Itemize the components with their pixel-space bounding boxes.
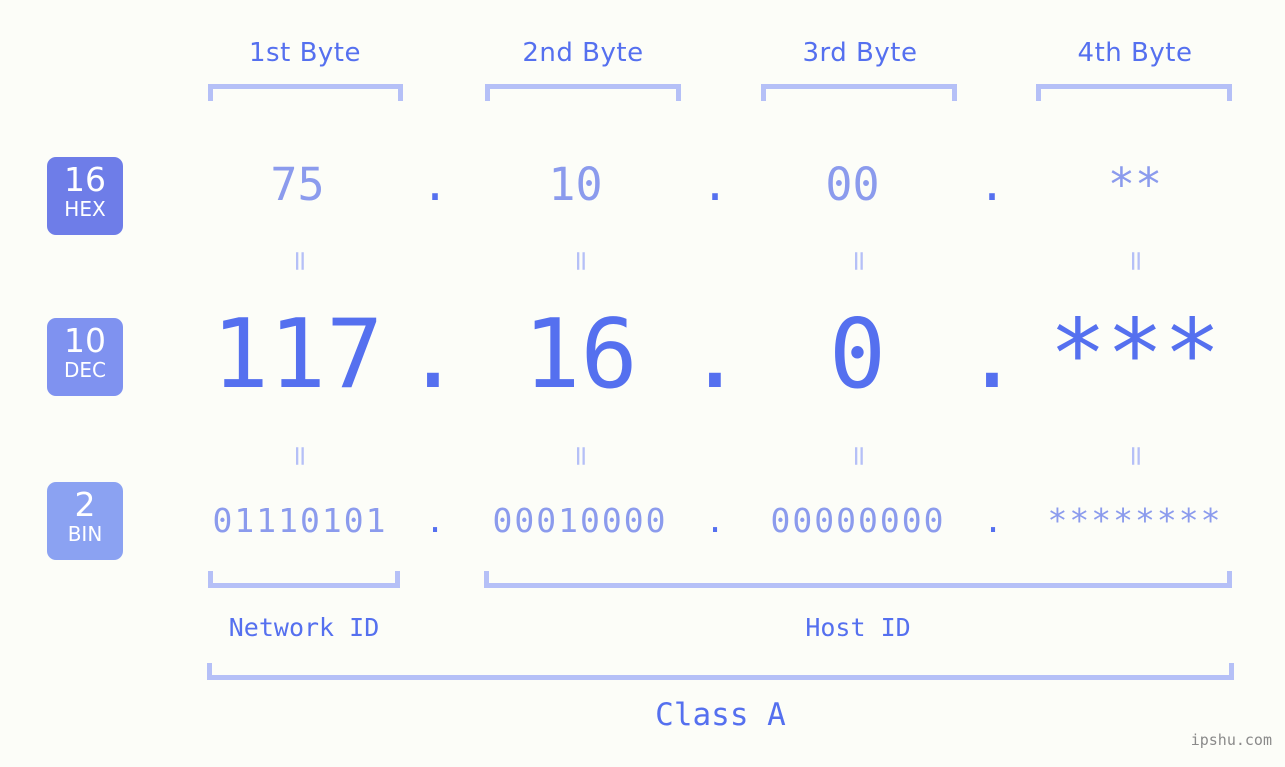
class-label: Class A <box>655 697 786 733</box>
base-badge-hex-abbr: HEX <box>64 197 106 221</box>
network-id-label: Network ID <box>228 613 380 642</box>
byte-header-3: 3rd Byte <box>802 38 918 68</box>
bin-byte-1: 01110101 <box>212 501 388 540</box>
base-badge-hex: 16 HEX <box>47 157 123 235</box>
equals-separator-hex-dec-1: = <box>284 249 317 273</box>
bin-dot-1: . <box>425 501 445 540</box>
hex-byte-4: ** <box>1107 158 1163 211</box>
base-badge-hex-number: 16 <box>64 160 106 199</box>
equals-separator-hex-dec-4: = <box>1120 249 1153 273</box>
base-badge-bin: 2 BIN <box>47 482 123 560</box>
dec-dot-2: . <box>686 300 744 410</box>
byte-bracket-3 <box>761 84 957 101</box>
hex-byte-3: 00 <box>825 158 880 211</box>
network-id-bracket <box>208 571 400 588</box>
equals-separator-dec-bin-2: = <box>565 444 598 468</box>
bin-dot-2: . <box>705 501 725 540</box>
equals-separator-hex-dec-2: = <box>565 249 598 273</box>
bin-dot-3: . <box>983 501 1003 540</box>
ip-address-breakdown-diagram: 1st Byte 2nd Byte 3rd Byte 4th Byte 16 H… <box>0 0 1285 767</box>
byte-bracket-4 <box>1036 84 1232 101</box>
base-badge-dec: 10 DEC <box>47 318 123 396</box>
byte-bracket-1 <box>208 84 403 101</box>
byte-header-4: 4th Byte <box>1077 38 1193 68</box>
hex-dot-3: . <box>978 158 1006 211</box>
dec-byte-1: 117 <box>211 300 384 410</box>
byte-bracket-2 <box>485 84 681 101</box>
dec-byte-4: *** <box>1049 300 1221 410</box>
bin-byte-4: ******** <box>1047 501 1223 540</box>
equals-separator-dec-bin-4: = <box>1120 444 1153 468</box>
byte-header-1: 1st Byte <box>249 38 361 68</box>
class-bracket <box>207 663 1234 680</box>
host-id-bracket <box>484 571 1232 588</box>
base-badge-bin-number: 2 <box>74 485 96 524</box>
equals-separator-dec-bin-3: = <box>843 444 876 468</box>
dec-dot-3: . <box>963 300 1021 410</box>
hex-byte-2: 10 <box>548 158 603 211</box>
base-badge-bin-abbr: BIN <box>67 522 103 546</box>
dec-byte-2: 16 <box>523 300 638 410</box>
byte-header-2: 2nd Byte <box>522 38 644 68</box>
base-badge-dec-number: 10 <box>64 321 106 360</box>
hex-dot-1: . <box>421 158 449 211</box>
host-id-label: Host ID <box>805 613 911 642</box>
bin-byte-3: 00000000 <box>770 501 946 540</box>
dec-byte-3: 0 <box>828 300 887 410</box>
base-badge-dec-abbr: DEC <box>63 358 106 382</box>
dec-dot-1: . <box>404 300 462 410</box>
equals-separator-dec-bin-1: = <box>284 444 317 468</box>
equals-separator-hex-dec-3: = <box>843 249 876 273</box>
hex-byte-1: 75 <box>270 158 325 211</box>
hex-dot-2: . <box>701 158 729 211</box>
bin-byte-2: 00010000 <box>492 501 668 540</box>
site-watermark: ipshu.com <box>1190 731 1272 749</box>
